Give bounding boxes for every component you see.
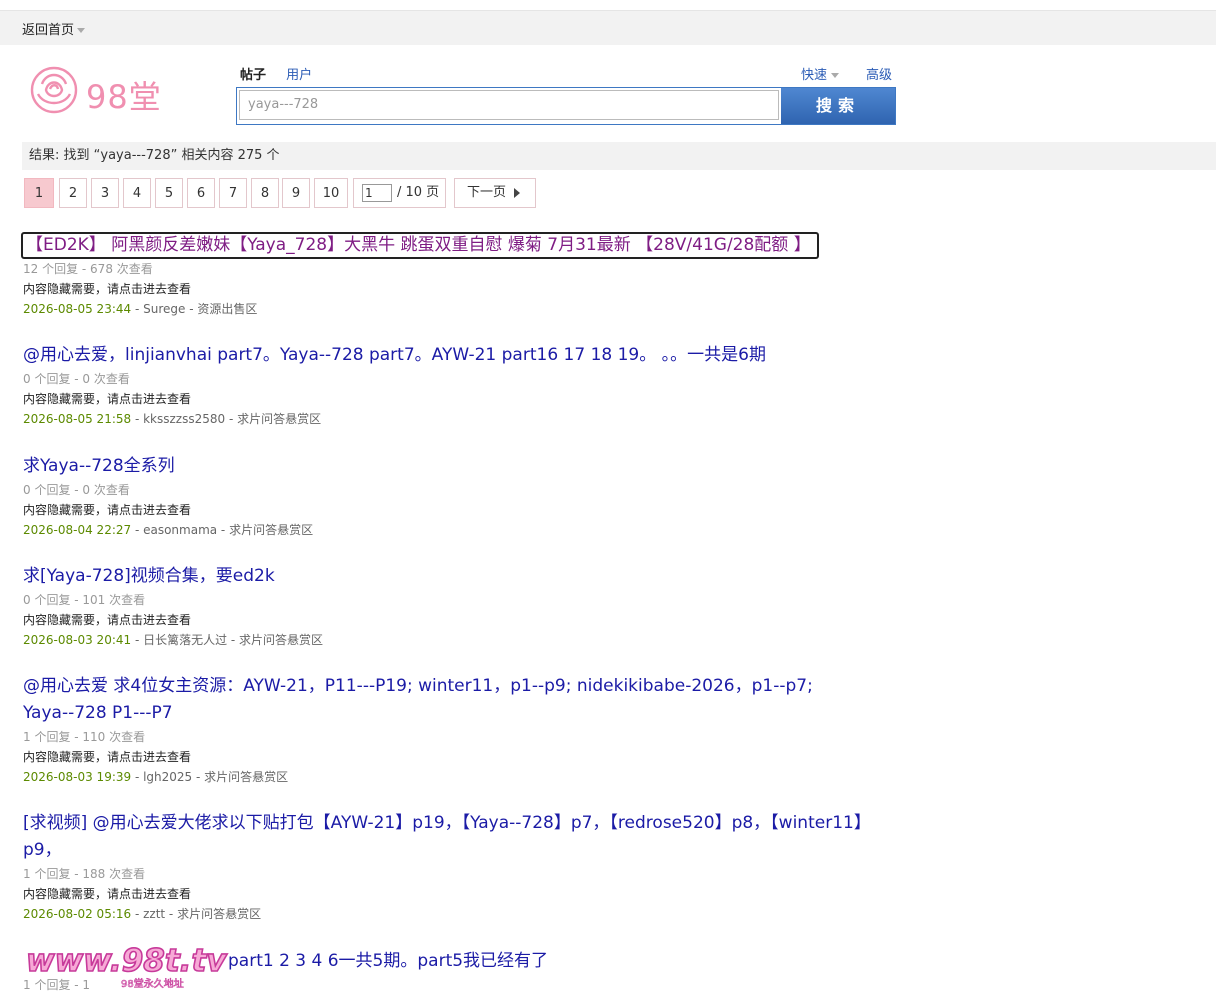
search-button[interactable]: 搜索 [781,88,895,124]
result-author-forum: - Surege - 资源出售区 [131,302,258,316]
result-stats: 0 个回复 - 0 次查看 [23,483,130,497]
chevron-down-icon [831,73,840,78]
page-link-7[interactable]: 7 [219,178,247,208]
chevron-down-icon [77,28,86,33]
result-stats: 1 个回复 - 188 次查看 [23,867,146,881]
result-date: 2026-08-03 19:39 [23,770,132,784]
search-input[interactable]: yaya---728 [239,90,779,120]
result-date: 2026-08-02 05:16 [23,907,132,921]
result-date: 2026-08-04 22:27 [23,523,132,537]
page-link-8[interactable]: 8 [251,178,279,208]
tab-users[interactable]: 用户 [286,68,312,83]
logo-text: 98堂 [86,78,162,116]
result-title[interactable]: @用心去爱，linjianvhai part7。Yaya--728 part7。… [23,342,863,369]
result-title[interactable]: @用心去爱 求4位女主资源：AYW-21，P11---P19; winter11… [23,673,863,727]
page-link-3[interactable]: 3 [91,178,119,208]
search-box: yaya---728 搜索 [236,87,896,125]
page-link-4[interactable]: 4 [123,178,151,208]
result-summary-text: 内容隐藏需要，请点击进去查看 [23,750,192,764]
result-info: 2026-08-03 20:41 - 日长篱落无人过 - 求片问答悬赏区 [23,630,863,651]
result-summary-text: 内容隐藏需要，请点击进去查看 [23,613,192,627]
result-title[interactable]: [求视频] @用心去爱大佬求以下贴打包【AYW-21】p19，【Yaya--72… [23,810,863,864]
result-stats: 0 个回复 - 101 次查看 [23,593,146,607]
page-link-5[interactable]: 5 [155,178,183,208]
result-title[interactable]: 求[Yaya-728]视频合集，要ed2k [23,563,863,590]
result-info: 2026-08-05 21:58 - kksszzss2580 - 求片问答悬赏… [23,409,863,430]
result-date: 2026-08-03 20:41 [23,633,132,647]
next-page-button[interactable]: 下一页 [454,178,536,208]
result-author-forum: - 日长篱落无人过 - 求片问答悬赏区 [131,633,324,647]
result-info: 2026-08-04 22:27 - easonmama - 求片问答悬赏区 [23,520,863,541]
result-item: [求视频] @用心去爱大佬求以下贴打包【AYW-21】p19，【Yaya--72… [23,810,863,925]
result-info: 2026-08-03 19:39 - lgh2025 - 求片问答悬赏区 [23,767,863,788]
page-link-2[interactable]: 2 [59,178,87,208]
result-stats: 0 个回复 - 0 次查看 [23,372,130,386]
result-author-forum: - zztt - 求片问答悬赏区 [131,907,262,921]
advanced-search-link[interactable]: 高级 [866,64,892,83]
result-item: 求[Yaya-728]视频合集，要ed2k 0 个回复 - 101 次查看 内容… [23,563,863,651]
result-title[interactable]: 【ED2K】 阿黑颜反差嫩妹【Yaya_728】大黑牛 跳蛋双重自慰 爆菊 7月… [21,232,819,259]
result-summary-text: 内容隐藏需要，请点击进去查看 [23,887,192,901]
result-info: 2026-08-02 05:16 - zztt - 求片问答悬赏区 [23,904,863,925]
result-date: 2026-08-05 23:44 [23,302,132,316]
home-link[interactable]: 返回首页 [22,19,86,38]
result-item: @用心去爱，linjianvhai part7。Yaya--728 part7。… [23,342,863,430]
page-link-9[interactable]: 9 [282,178,310,208]
page-total: / 10 页 [397,185,440,200]
home-link-label: 返回首页 [22,23,75,38]
result-info: 2026-08-05 23:44 - Surege - 资源出售区 [23,299,863,320]
page-link-1[interactable]: 1 [24,178,54,208]
next-page-label: 下一页 [467,185,507,200]
top-bar: 返回首页 [0,10,1216,45]
result-summary-text: 内容隐藏需要，请点击进去查看 [23,392,192,406]
result-date: 2026-08-05 21:58 [23,412,132,426]
result-item: 【ED2K】 阿黑颜反差嫩妹【Yaya_728】大黑牛 跳蛋双重自慰 爆菊 7月… [21,232,863,320]
result-item: 求Yaya--728全系列 0 个回复 - 0 次查看 内容隐藏需要，请点击进去… [23,453,863,541]
quick-search-label: 快速 [801,68,828,83]
result-title[interactable]: 求Yaya--728全系列 [23,453,863,480]
page-jump: 1 / 10 页 [353,178,446,208]
search-type-tabs: 帖子 用户 [240,64,328,83]
result-item: @用心去爱 求4位女主资源：AYW-21，P11---P19; winter11… [23,673,863,788]
watermark-subtext: 98堂永久地址 [121,977,184,990]
page-jump-input[interactable]: 1 [362,184,392,202]
result-author-forum: - easonmama - 求片问答悬赏区 [131,523,314,537]
result-author-forum: - lgh2025 - 求片问答悬赏区 [131,770,289,784]
watermark-text: www.98t.tv [26,943,228,979]
result-stats: 1 个回复 - 110 次查看 [23,730,146,744]
arrow-right-icon [514,187,521,198]
tab-posts[interactable]: 帖子 [240,68,266,83]
watermark-logo: www.98t.tv 98堂永久地址 [25,942,229,990]
result-summary-text: 内容隐藏需要，请点击进去查看 [23,503,192,517]
page-link-6[interactable]: 6 [187,178,215,208]
page-link-10[interactable]: 10 [314,178,348,208]
result-summary-text: 内容隐藏需要，请点击进去查看 [23,282,192,296]
result-summary: 结果: 找到 “yaya---728” 相关内容 275 个 [22,142,1216,170]
result-stats: 12 个回复 - 678 次查看 [23,262,153,276]
quick-search-dropdown[interactable]: 快速 [801,64,840,83]
result-author-forum: - kksszzss2580 - 求片问答悬赏区 [131,412,322,426]
